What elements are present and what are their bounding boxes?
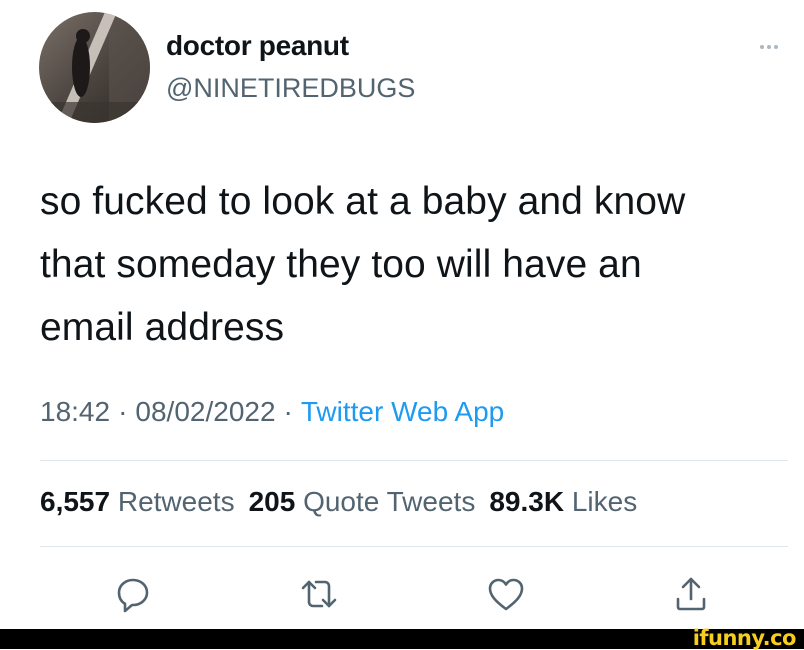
likes-label: Likes [571, 486, 638, 517]
tweet-text: so fucked to look at a baby and know tha… [40, 180, 686, 349]
more-options-icon[interactable] [752, 36, 786, 58]
divider [40, 460, 788, 461]
retweets-label: Retweets [117, 486, 235, 517]
tweet-source-link[interactable]: Twitter Web App [301, 396, 504, 427]
reply-icon[interactable] [109, 570, 157, 618]
tweet-time: 18:42 [40, 396, 111, 427]
retweets-stat[interactable]: 6,557 Retweets [40, 486, 235, 517]
likes-count: 89.3K [489, 486, 565, 517]
divider [40, 546, 788, 547]
tweet-metadata: 18:42 · 08/02/2022 · Twitter Web App [40, 396, 504, 428]
meta-separator: · [118, 396, 128, 427]
quote-tweets-count: 205 [248, 486, 296, 517]
likes-stat[interactable]: 89.3K Likes [489, 486, 637, 517]
tweet-actions [0, 570, 804, 618]
author-display-name[interactable]: doctor peanut [166, 30, 349, 62]
retweet-icon[interactable] [295, 570, 343, 618]
quote-tweets-stat[interactable]: 205 Quote Tweets [249, 486, 476, 517]
ifunny-watermark: ifunny.co [692, 626, 797, 650]
share-icon[interactable] [667, 570, 715, 618]
avatar[interactable] [39, 12, 150, 123]
heart-icon[interactable] [482, 570, 530, 618]
tweet-date: 08/02/2022 [135, 396, 276, 427]
engagement-stats: 6,557 Retweets 205 Quote Tweets 89.3K Like… [40, 486, 651, 518]
quote-tweets-label: Quote Tweets [303, 486, 476, 517]
watermark-bar: ifunny.co [0, 626, 804, 650]
meta-separator: · [283, 396, 293, 427]
author-handle[interactable]: @NINETIREDBUGS [166, 73, 415, 104]
retweets-count: 6,557 [40, 486, 111, 517]
